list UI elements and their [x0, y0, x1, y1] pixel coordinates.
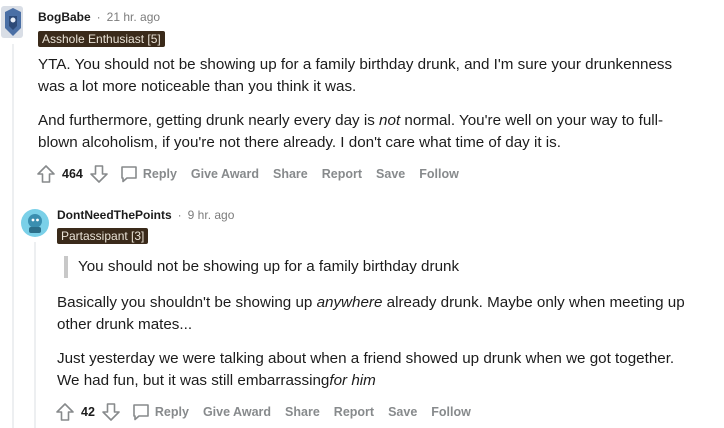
username[interactable]: BogBabe: [38, 10, 91, 24]
upvote-icon[interactable]: [55, 402, 75, 422]
separator-dot: ·: [96, 10, 101, 24]
vote-count: 42: [81, 405, 95, 419]
user-flair: Asshole Enthusiast [5]: [38, 31, 165, 47]
report-button[interactable]: Report: [322, 167, 362, 181]
username[interactable]: DontNeedThePoints: [57, 208, 172, 222]
reply-button[interactable]: Reply: [119, 164, 177, 184]
emphasis-text: not: [379, 112, 401, 129]
text-span: already drunk. Maybe only when meeting u…: [382, 294, 685, 311]
comment-line: blown alcoholism, if you're not there al…: [38, 134, 561, 151]
thread-line[interactable]: [12, 44, 14, 428]
comment-line: other drunk mates...: [57, 316, 193, 333]
text-span: Basically you shouldn't be showing up: [57, 294, 317, 311]
comment-bubble-icon: [133, 404, 149, 421]
report-button[interactable]: Report: [334, 405, 374, 419]
user-flair: Partassipant [3]: [57, 228, 149, 244]
text-span: We had fun, but it was still embarrassin…: [57, 372, 330, 389]
comment-line: Basically you shouldn't be showing up an…: [57, 292, 685, 314]
comment-line: was a lot more noticeable than you think…: [38, 78, 357, 95]
give-award-button[interactable]: Give Award: [191, 167, 259, 181]
emphasis-text: anywhere: [316, 294, 383, 311]
save-button[interactable]: Save: [376, 167, 405, 181]
comment-text: Just yesterday we were talking about whe…: [57, 348, 674, 392]
comment-line: And furthermore, getting drunk nearly ev…: [38, 110, 663, 132]
comment-text: YTA. You should not be showing up for a …: [38, 54, 672, 98]
timestamp[interactable]: 9 hr. ago: [188, 208, 235, 222]
avatar[interactable]: [20, 208, 50, 238]
save-button[interactable]: Save: [388, 405, 417, 419]
upvote-icon[interactable]: [36, 164, 56, 184]
follow-button[interactable]: Follow: [431, 405, 471, 419]
reply-label: Reply: [154, 405, 189, 419]
comment-line: We had fun, but it was still embarrassin…: [57, 370, 674, 392]
text-span: And furthermore, getting drunk nearly ev…: [38, 112, 380, 129]
vote-count: 464: [62, 167, 83, 181]
comment-text: And furthermore, getting drunk nearly ev…: [38, 110, 663, 154]
give-award-button[interactable]: Give Award: [203, 405, 271, 419]
blockquote: You should not be showing up for a famil…: [64, 256, 459, 278]
timestamp[interactable]: 21 hr. ago: [107, 10, 160, 24]
share-button[interactable]: Share: [273, 167, 308, 181]
downvote-icon[interactable]: [89, 164, 109, 184]
follow-button[interactable]: Follow: [419, 167, 459, 181]
downvote-icon[interactable]: [101, 402, 121, 422]
avatar[interactable]: [0, 4, 26, 40]
comment-line: YTA. You should not be showing up for a …: [38, 56, 673, 73]
comment-bubble-icon: [121, 166, 137, 183]
separator-dot: ·: [177, 208, 182, 222]
comment-line: Just yesterday we were talking about whe…: [57, 350, 675, 367]
thread-line[interactable]: [34, 242, 36, 428]
reply-label: Reply: [142, 167, 177, 181]
text-span: normal. You're well on your way to full-: [400, 112, 664, 129]
reply-button[interactable]: Reply: [131, 402, 189, 422]
comment-actions: 42 Reply Give Award Share Report Save Fo…: [55, 402, 485, 422]
share-button[interactable]: Share: [285, 405, 320, 419]
comment-text: Basically you shouldn't be showing up an…: [57, 292, 685, 336]
comment-meta: BogBabe · 21 hr. ago: [38, 10, 160, 24]
comment-actions: 464 Reply Give Award Share Report Save F…: [36, 164, 473, 184]
emphasis-text: for him: [329, 372, 376, 389]
comment-meta: DontNeedThePoints · 9 hr. ago: [57, 208, 234, 222]
